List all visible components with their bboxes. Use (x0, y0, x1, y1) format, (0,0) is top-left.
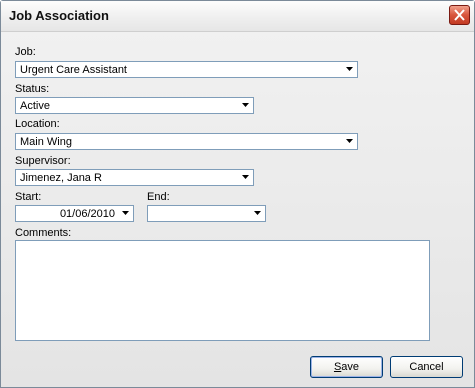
save-label-rest: ave (341, 361, 360, 373)
status-dropdown-button[interactable] (239, 99, 252, 112)
job-association-dialog: Job Association Job: Urgent Care Assista… (0, 0, 475, 388)
chevron-down-icon (254, 211, 261, 215)
job-label: Job: (15, 46, 36, 58)
supervisor-label: Supervisor: (15, 155, 71, 167)
comments-label: Comments: (15, 227, 72, 239)
save-button[interactable]: Save (310, 356, 383, 378)
chevron-down-icon (242, 175, 249, 179)
start-date-value: 01/06/2010 (59, 208, 115, 220)
window-title: Job Association (9, 8, 109, 23)
start-date-picker[interactable]: 01/06/2010 (15, 205, 134, 222)
close-button[interactable] (449, 5, 470, 25)
title-bar: Job Association (1, 1, 474, 32)
chevron-down-icon (346, 139, 353, 143)
chevron-down-icon (122, 211, 129, 215)
supervisor-dropdown-button[interactable] (239, 171, 252, 184)
job-value: Urgent Care Assistant (20, 64, 127, 76)
supervisor-select[interactable]: Jimenez, Jana R (15, 169, 254, 186)
chevron-down-icon (346, 67, 353, 71)
status-select[interactable]: Active (15, 97, 254, 114)
end-date-dropdown-button[interactable] (251, 207, 264, 220)
location-value: Main Wing (20, 136, 72, 148)
location-select[interactable]: Main Wing (15, 133, 358, 150)
chevron-down-icon (242, 103, 249, 107)
comments-textarea[interactable] (15, 240, 430, 341)
close-icon (454, 9, 465, 21)
location-label: Location: (15, 118, 60, 130)
cancel-button[interactable]: Cancel (390, 356, 463, 378)
end-date-picker[interactable] (147, 205, 266, 222)
status-label: Status: (15, 83, 50, 95)
end-label: End: (147, 191, 170, 203)
status-value: Active (20, 100, 50, 112)
job-dropdown-button[interactable] (343, 63, 356, 76)
job-select[interactable]: Urgent Care Assistant (15, 61, 358, 78)
supervisor-value: Jimenez, Jana R (20, 172, 102, 184)
start-date-dropdown-button[interactable] (119, 207, 132, 220)
location-dropdown-button[interactable] (343, 135, 356, 148)
start-label: Start: (15, 191, 42, 203)
